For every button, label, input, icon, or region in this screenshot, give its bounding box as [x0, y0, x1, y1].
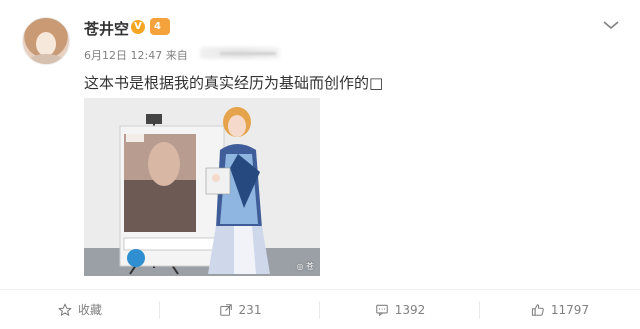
favorite-label: 收藏 [77, 303, 102, 317]
comment-count: 1392 [394, 302, 426, 317]
post-image[interactable]: ◎ 苍 [84, 98, 320, 276]
comment-button[interactable]: 1392 [320, 290, 480, 329]
image-watermark: ◎ 苍 [296, 262, 314, 271]
comment-icon [375, 304, 388, 316]
favorite-button[interactable]: 收藏 [0, 290, 160, 329]
repost-count: 231 [238, 302, 262, 317]
username[interactable]: 苍井空 [84, 18, 129, 39]
repost-button[interactable]: 231 [160, 290, 320, 329]
star-icon [58, 303, 72, 316]
avatar[interactable] [22, 17, 70, 65]
like-icon [531, 303, 544, 316]
like-count: 11797 [550, 302, 590, 317]
share-icon [219, 303, 232, 316]
like-button[interactable]: 11797 [480, 290, 640, 329]
post-text: 这本书是根据我的真实经历为基础而创作的□ [84, 74, 384, 92]
post-timestamp[interactable]: 6月12日 12:47 来自 [84, 47, 188, 63]
action-bar: 收藏 231 1392 11797 [0, 290, 640, 329]
member-level-icon: 4 [150, 18, 170, 35]
chevron-down-icon[interactable] [602, 20, 620, 30]
verified-badge-icon: V [131, 20, 145, 34]
